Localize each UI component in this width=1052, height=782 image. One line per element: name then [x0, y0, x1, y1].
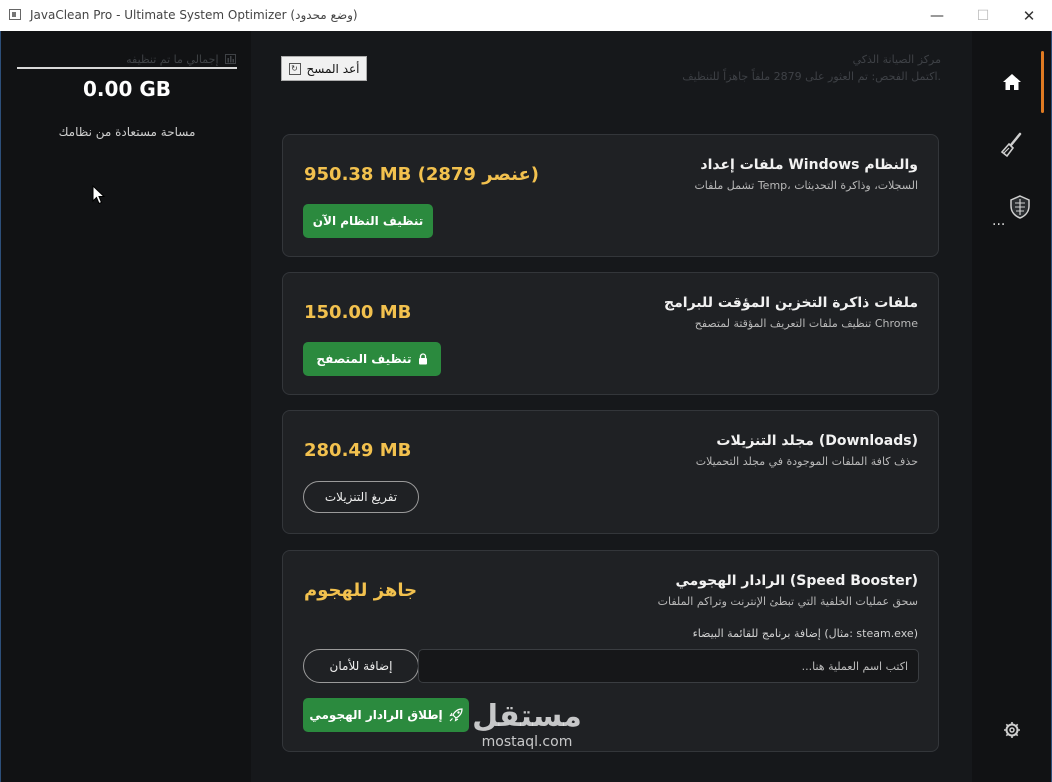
launch-radar-button[interactable]: إطلاق الرادار الهجومي — [303, 698, 469, 732]
launch-radar-label: إطلاق الرادار الهجومي — [309, 708, 443, 722]
card-description: سحق عمليات الخلفية التي تبطئ الإنترنت وت… — [657, 595, 918, 608]
side-nav: ... — [972, 31, 1051, 782]
card-speed-booster: الرادار الهجومي (Speed Booster) سحق عملي… — [282, 550, 939, 752]
card-description: تنظيف ملفات التعريف المؤقتة لمتصفح Chrom… — [694, 317, 918, 330]
booster-status: جاهز للهجوم — [304, 580, 418, 601]
card-size: 280.49 MB — [304, 440, 412, 461]
whitelist-label: إضافة برنامج للقائمة البيضاء (مثال: stea… — [692, 627, 918, 640]
app-icon — [9, 9, 21, 20]
rocket-icon — [449, 708, 463, 722]
card-description: تشمل ملفات Temp، السجلات، وذاكرة التحديث… — [694, 179, 918, 192]
main-content: ↻ أعد المسح مركز الصيانة الذكي اكتمل الف… — [251, 31, 971, 782]
settings-icon — [1003, 722, 1020, 738]
mouse-cursor-icon — [92, 185, 106, 205]
home-icon — [1002, 74, 1021, 90]
watermark-arabic: مستقل — [472, 699, 582, 734]
nav-cleaner[interactable] — [972, 119, 1051, 171]
nav-security[interactable] — [972, 181, 1051, 233]
brush-icon — [1000, 132, 1021, 158]
summary-subtitle: مساحة مستعادة من نظامك — [58, 125, 196, 139]
nav-settings[interactable] — [972, 704, 1051, 756]
window-title: JavaClean Pro - Ultimate System Optimize… — [30, 8, 358, 22]
add-to-whitelist-button[interactable]: إضافة للأمان — [303, 649, 419, 683]
summary-panel: إجمالي ما تم تنظيفه 0.00 GB مساحة مستعاد… — [1, 31, 251, 782]
refresh-icon: ↻ — [288, 62, 301, 75]
maximize-button[interactable]: ☐ — [960, 0, 1006, 31]
card-title: ملفات إعداد Windows والنظام — [700, 157, 918, 173]
rescan-label: أعد المسح — [306, 61, 360, 76]
summary-label: إجمالي ما تم تنظيفه — [17, 53, 236, 66]
summary-value: 0.00 GB — [83, 77, 171, 101]
lock-icon — [418, 353, 427, 365]
clean-browser-button[interactable]: تنظيف المتصفح — [303, 342, 441, 376]
close-button[interactable]: ✕ — [1006, 0, 1052, 31]
watermark-logo: مستقل mostaql.com — [462, 700, 592, 766]
clean-system-button[interactable]: تنظيف النظام الآن — [303, 204, 433, 238]
rescan-button[interactable]: ↻ أعد المسح — [281, 56, 367, 81]
scan-status: اكتمل الفحص: تم العثور على 2879 ملفاً جا… — [682, 70, 941, 83]
process-name-input[interactable] — [418, 649, 919, 683]
watermark-latin: mostaql.com — [481, 734, 573, 750]
card-system-files: ملفات إعداد Windows والنظام تشمل ملفات T… — [282, 134, 939, 257]
card-size: 150.00 MB — [304, 302, 412, 323]
clean-browser-label: تنظيف المتصفح — [316, 352, 412, 366]
card-title: الرادار الهجومي (Speed Booster) — [675, 573, 918, 589]
empty-downloads-button[interactable]: تفريغ التنزيلات — [303, 481, 419, 513]
nav-home[interactable] — [972, 56, 1051, 108]
title-bar: JavaClean Pro - Ultimate System Optimize… — [0, 0, 1052, 31]
card-description: حذف كافة الملفات الموجودة في مجلد التحمي… — [695, 455, 918, 468]
card-app-cache: ملفات ذاكرة التخزين المؤقت للبرامج تنظيف… — [282, 272, 939, 395]
card-size: 950.38 MB (2879 عنصر) — [304, 164, 540, 185]
shield-icon — [1009, 195, 1030, 219]
card-downloads: مجلد التنزيلات (Downloads) حذف كافة المل… — [282, 410, 939, 534]
chart-icon — [225, 54, 236, 64]
summary-divider — [17, 67, 237, 69]
card-title: ملفات ذاكرة التخزين المؤقت للبرامج — [664, 295, 918, 311]
card-title: مجلد التنزيلات (Downloads) — [716, 433, 918, 449]
minimize-button[interactable]: — — [914, 0, 960, 31]
nav-more[interactable]: ... — [992, 213, 1005, 229]
page-title: مركز الصيانة الذكي — [852, 53, 941, 66]
